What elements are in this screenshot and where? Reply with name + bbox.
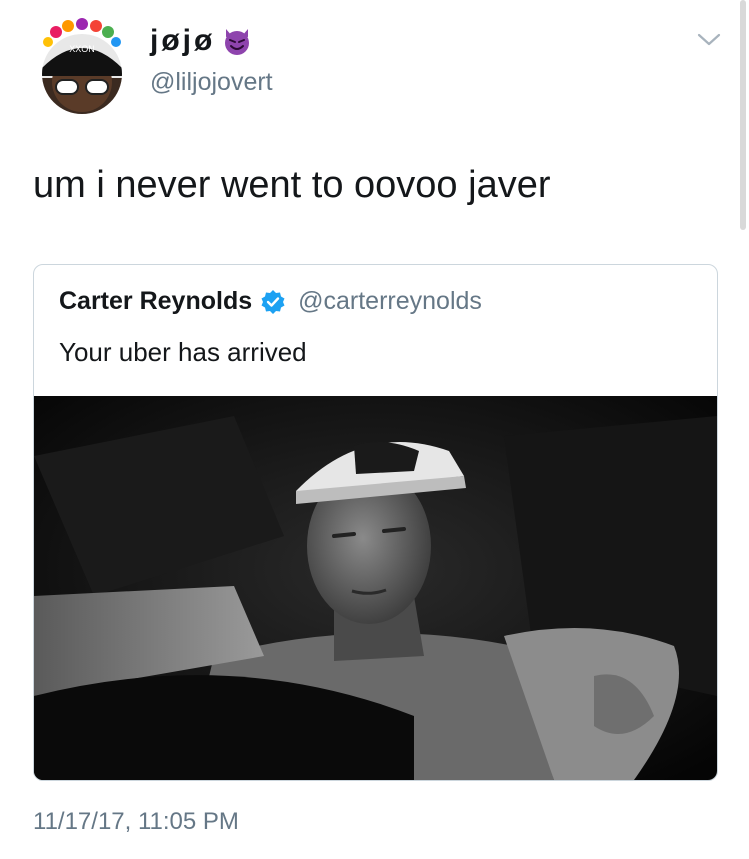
avatar-hat-text: XXON bbox=[69, 44, 95, 54]
quoted-author-name[interactable]: Carter Reynolds bbox=[59, 287, 252, 316]
quoted-tweet-text: Your uber has arrived bbox=[59, 337, 307, 367]
author-name-row[interactable]: jøjø bbox=[150, 22, 273, 60]
quoted-tweet-header: Carter Reynolds @carterreynolds bbox=[59, 287, 482, 316]
author-avatar[interactable]: XXON bbox=[34, 18, 130, 114]
author-display-name[interactable]: jøjø bbox=[150, 22, 215, 60]
tweet-header: jøjø @liljojovert bbox=[150, 22, 273, 98]
chevron-down-icon[interactable] bbox=[694, 24, 724, 54]
quoted-tweet-photo[interactable] bbox=[34, 396, 717, 780]
scrollbar[interactable] bbox=[740, 0, 746, 230]
quoted-tweet[interactable]: Carter Reynolds @carterreynolds Your ube… bbox=[33, 264, 718, 781]
author-handle[interactable]: @liljojovert bbox=[150, 66, 273, 98]
verified-badge-icon bbox=[261, 289, 285, 314]
tweet-text: um i never went to oovoo javer bbox=[33, 164, 551, 206]
quoted-author-handle[interactable]: @carterreynolds bbox=[298, 287, 482, 316]
smiling-imp-emoji bbox=[225, 29, 250, 55]
tweet-timestamp[interactable]: 11/17/17, 11:05 PM bbox=[33, 808, 239, 836]
